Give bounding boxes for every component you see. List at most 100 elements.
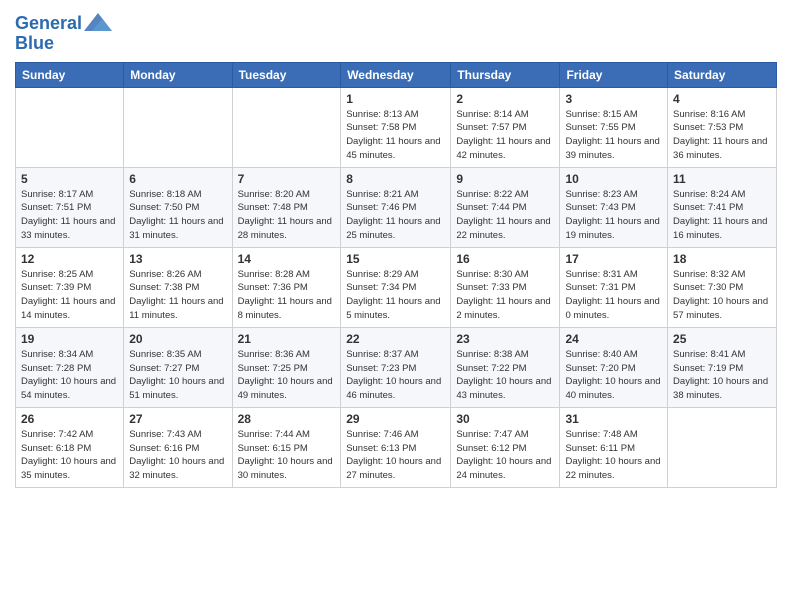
day-number: 14 — [238, 252, 336, 266]
day-number: 7 — [238, 172, 336, 186]
day-info: Sunrise: 8:26 AM Sunset: 7:38 PM Dayligh… — [129, 268, 226, 323]
calendar-cell: 29 Sunrise: 7:46 AM Sunset: 6:13 PM Dayli… — [341, 407, 451, 487]
calendar-cell: 13 Sunrise: 8:26 AM Sunset: 7:38 PM Dayli… — [124, 247, 232, 327]
day-number: 29 — [346, 412, 445, 426]
day-info: Sunrise: 8:23 AM Sunset: 7:43 PM Dayligh… — [565, 188, 662, 243]
calendar-cell: 12 Sunrise: 8:25 AM Sunset: 7:39 PM Dayli… — [16, 247, 124, 327]
day-info: Sunrise: 8:16 AM Sunset: 7:53 PM Dayligh… — [673, 108, 771, 163]
weekday-header-row: SundayMondayTuesdayWednesdayThursdayFrid… — [16, 62, 777, 87]
day-info: Sunrise: 8:21 AM Sunset: 7:46 PM Dayligh… — [346, 188, 445, 243]
calendar-cell: 8Sunrise: 8:21 AM Sunset: 7:46 PM Daylig… — [341, 167, 451, 247]
day-info: Sunrise: 7:46 AM Sunset: 6:13 PM Dayligh… — [346, 428, 445, 483]
calendar-cell: 26Sunrise: 7:42 AM Sunset: 6:18 PM Dayli… — [16, 407, 124, 487]
day-number: 21 — [238, 332, 336, 346]
calendar-cell: 7Sunrise: 8:20 AM Sunset: 7:48 PM Daylig… — [232, 167, 341, 247]
day-number: 31 — [565, 412, 662, 426]
calendar-cell — [16, 87, 124, 167]
day-info: Sunrise: 8:38 AM Sunset: 7:22 PM Dayligh… — [456, 348, 554, 403]
calendar-cell: 21 Sunrise: 8:36 AM Sunset: 7:25 PM Dayli… — [232, 327, 341, 407]
weekday-header-wednesday: Wednesday — [341, 62, 451, 87]
calendar-cell: 11Sunrise: 8:24 AM Sunset: 7:41 PM Dayli… — [668, 167, 777, 247]
day-info: Sunrise: 8:13 AM Sunset: 7:58 PM Dayligh… — [346, 108, 445, 163]
day-number: 24 — [565, 332, 662, 346]
calendar-cell: 6 Sunrise: 8:18 AM Sunset: 7:50 PM Daylig… — [124, 167, 232, 247]
calendar-cell: 25 Sunrise: 8:41 AM Sunset: 7:19 PM Dayli… — [668, 327, 777, 407]
day-number: 27 — [129, 412, 226, 426]
weekday-header-thursday: Thursday — [451, 62, 560, 87]
calendar-cell: 23Sunrise: 8:38 AM Sunset: 7:22 PM Dayli… — [451, 327, 560, 407]
day-info: Sunrise: 8:17 AM Sunset: 7:51 PM Dayligh… — [21, 188, 118, 243]
weekday-header-sunday: Sunday — [16, 62, 124, 87]
calendar-cell: 30 Sunrise: 7:47 AM Sunset: 6:12 PM Dayli… — [451, 407, 560, 487]
calendar-cell: 22 Sunrise: 8:37 AM Sunset: 7:23 PM Dayli… — [341, 327, 451, 407]
calendar-cell: 24Sunrise: 8:40 AM Sunset: 7:20 PM Dayli… — [560, 327, 668, 407]
calendar-cell: 3 Sunrise: 8:15 AM Sunset: 7:55 PM Daylig… — [560, 87, 668, 167]
day-number: 3 — [565, 92, 662, 106]
calendar-cell: 4 Sunrise: 8:16 AM Sunset: 7:53 PM Daylig… — [668, 87, 777, 167]
day-info: Sunrise: 8:24 AM Sunset: 7:41 PM Dayligh… — [673, 188, 771, 243]
calendar-cell: 15Sunrise: 8:29 AM Sunset: 7:34 PM Dayli… — [341, 247, 451, 327]
day-number: 10 — [565, 172, 662, 186]
day-number: 26 — [21, 412, 118, 426]
day-number: 6 — [129, 172, 226, 186]
logo: General Blue — [15, 14, 112, 54]
calendar-cell: 20 Sunrise: 8:35 AM Sunset: 7:27 PM Dayli… — [124, 327, 232, 407]
day-info: Sunrise: 8:25 AM Sunset: 7:39 PM Dayligh… — [21, 268, 118, 323]
day-info: Sunrise: 7:47 AM Sunset: 6:12 PM Dayligh… — [456, 428, 554, 483]
day-info: Sunrise: 7:48 AM Sunset: 6:11 PM Dayligh… — [565, 428, 662, 483]
calendar-cell — [232, 87, 341, 167]
day-number: 22 — [346, 332, 445, 346]
page: General Blue SundayMondayTuesdayWednesda… — [0, 0, 792, 612]
week-row-5: 26Sunrise: 7:42 AM Sunset: 6:18 PM Dayli… — [16, 407, 777, 487]
calendar-cell: 1 Sunrise: 8:13 AM Sunset: 7:58 PM Daylig… — [341, 87, 451, 167]
header: General Blue — [15, 10, 777, 54]
day-number: 16 — [456, 252, 554, 266]
calendar-cell: 10 Sunrise: 8:23 AM Sunset: 7:43 PM Dayli… — [560, 167, 668, 247]
calendar-cell: 27 Sunrise: 7:43 AM Sunset: 6:16 PM Dayli… — [124, 407, 232, 487]
day-info: Sunrise: 8:32 AM Sunset: 7:30 PM Dayligh… — [673, 268, 771, 323]
calendar-cell: 5 Sunrise: 8:17 AM Sunset: 7:51 PM Daylig… — [16, 167, 124, 247]
day-number: 12 — [21, 252, 118, 266]
weekday-header-saturday: Saturday — [668, 62, 777, 87]
day-info: Sunrise: 8:14 AM Sunset: 7:57 PM Dayligh… — [456, 108, 554, 163]
day-number: 2 — [456, 92, 554, 106]
day-number: 5 — [21, 172, 118, 186]
day-number: 30 — [456, 412, 554, 426]
day-info: Sunrise: 8:15 AM Sunset: 7:55 PM Dayligh… — [565, 108, 662, 163]
day-info: Sunrise: 7:43 AM Sunset: 6:16 PM Dayligh… — [129, 428, 226, 483]
day-number: 20 — [129, 332, 226, 346]
week-row-2: 5 Sunrise: 8:17 AM Sunset: 7:51 PM Daylig… — [16, 167, 777, 247]
calendar-cell: 18Sunrise: 8:32 AM Sunset: 7:30 PM Dayli… — [668, 247, 777, 327]
calendar-cell — [124, 87, 232, 167]
logo-icon — [84, 11, 112, 33]
logo-text: General — [15, 14, 82, 34]
day-number: 1 — [346, 92, 445, 106]
day-info: Sunrise: 8:22 AM Sunset: 7:44 PM Dayligh… — [456, 188, 554, 243]
day-number: 25 — [673, 332, 771, 346]
calendar-cell: 16Sunrise: 8:30 AM Sunset: 7:33 PM Dayli… — [451, 247, 560, 327]
day-info: Sunrise: 8:37 AM Sunset: 7:23 PM Dayligh… — [346, 348, 445, 403]
day-info: Sunrise: 8:31 AM Sunset: 7:31 PM Dayligh… — [565, 268, 662, 323]
calendar-cell: 2 Sunrise: 8:14 AM Sunset: 7:57 PM Daylig… — [451, 87, 560, 167]
day-number: 13 — [129, 252, 226, 266]
day-number: 19 — [21, 332, 118, 346]
calendar-cell: 9Sunrise: 8:22 AM Sunset: 7:44 PM Daylig… — [451, 167, 560, 247]
calendar-cell: 17 Sunrise: 8:31 AM Sunset: 7:31 PM Dayli… — [560, 247, 668, 327]
day-info: Sunrise: 8:41 AM Sunset: 7:19 PM Dayligh… — [673, 348, 771, 403]
day-info: Sunrise: 8:36 AM Sunset: 7:25 PM Dayligh… — [238, 348, 336, 403]
calendar-cell: 28 Sunrise: 7:44 AM Sunset: 6:15 PM Dayli… — [232, 407, 341, 487]
day-number: 28 — [238, 412, 336, 426]
day-number: 17 — [565, 252, 662, 266]
day-info: Sunrise: 8:34 AM Sunset: 7:28 PM Dayligh… — [21, 348, 118, 403]
day-number: 4 — [673, 92, 771, 106]
weekday-header-monday: Monday — [124, 62, 232, 87]
week-row-3: 12 Sunrise: 8:25 AM Sunset: 7:39 PM Dayli… — [16, 247, 777, 327]
calendar-cell: 14 Sunrise: 8:28 AM Sunset: 7:36 PM Dayli… — [232, 247, 341, 327]
day-info: Sunrise: 7:44 AM Sunset: 6:15 PM Dayligh… — [238, 428, 336, 483]
weekday-header-tuesday: Tuesday — [232, 62, 341, 87]
day-info: Sunrise: 8:28 AM Sunset: 7:36 PM Dayligh… — [238, 268, 336, 323]
day-number: 15 — [346, 252, 445, 266]
day-info: Sunrise: 8:18 AM Sunset: 7:50 PM Dayligh… — [129, 188, 226, 243]
day-info: Sunrise: 8:35 AM Sunset: 7:27 PM Dayligh… — [129, 348, 226, 403]
weekday-header-friday: Friday — [560, 62, 668, 87]
